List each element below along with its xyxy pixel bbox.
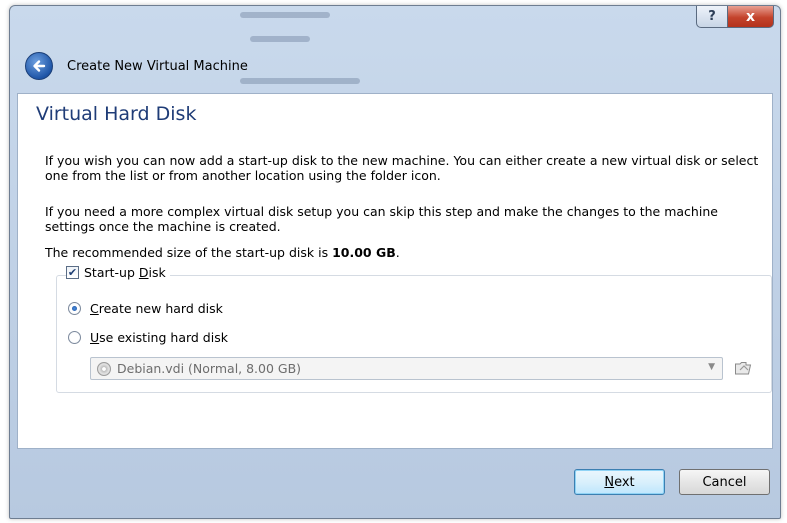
existing-disk-dropdown[interactable]: Debian.vdi (Normal, 8.00 GB) ▼ [90,357,723,380]
cancel-button[interactable]: Cancel [679,469,770,495]
recommended-size-text: The recommended size of the start-up dis… [45,245,765,260]
help-icon: ? [708,9,716,24]
back-button[interactable] [25,52,53,80]
next-mnemonic: N [604,474,615,490]
startup-disk-label-mnemonic: D [138,265,149,280]
choose-disk-folder-button[interactable] [733,358,753,378]
create-label-rest: reate new hard disk [98,301,223,316]
create-new-disk-radio[interactable] [68,302,81,315]
dialog-window: Create New Virtual Machine ? x [9,5,781,519]
page-heading: Virtual Hard Disk [36,103,197,125]
checkmark-icon: ✔ [67,266,78,279]
recommended-size-value: 10.00 GB [332,245,396,260]
window-controls: ? x [696,6,774,28]
recommended-prefix: The recommended size of the start-up dis… [45,245,333,260]
use-existing-disk-label: Use existing hard disk [90,330,228,345]
use-existing-disk-radio[interactable] [68,331,81,344]
startup-disk-label: Start-up Disk [84,265,166,280]
create-new-disk-option[interactable]: Create new hard disk [68,301,223,316]
existing-disk-value: Debian.vdi (Normal, 8.00 GB) [117,361,302,376]
use-existing-disk-option[interactable]: Use existing hard disk [68,330,228,345]
recommended-suffix: . [395,245,400,260]
advanced-paragraph: If you need a more complex virtual disk … [45,204,718,234]
chevron-down-icon: ▼ [708,362,715,372]
startup-disk-checkbox[interactable]: ✔ [66,266,79,279]
existing-label-rest: se existing hard disk [99,330,228,345]
help-button[interactable]: ? [696,6,728,28]
next-label-rest: ext [614,474,635,490]
intro-paragraph: If you wish you can now add a start-up d… [45,153,759,183]
startup-disk-label-prefix: Start-up [84,265,139,280]
dialog-header: Create New Virtual Machine [10,6,780,96]
next-button-label: Next [604,475,634,490]
create-new-disk-label: Create new hard disk [90,301,223,316]
startup-disk-label-suffix: isk [148,265,166,280]
startup-disk-checkbox-row[interactable]: ✔ Start-up Disk [66,265,170,280]
hard-disk-icon [97,361,111,376]
window-title: Create New Virtual Machine [67,59,248,74]
close-button[interactable]: x [728,6,774,28]
existing-mnemonic: U [90,330,100,345]
create-mnemonic: C [90,301,99,316]
close-icon: x [745,8,756,25]
back-arrow-icon [33,60,46,72]
next-button[interactable]: Next [574,469,665,495]
folder-icon [735,362,752,375]
